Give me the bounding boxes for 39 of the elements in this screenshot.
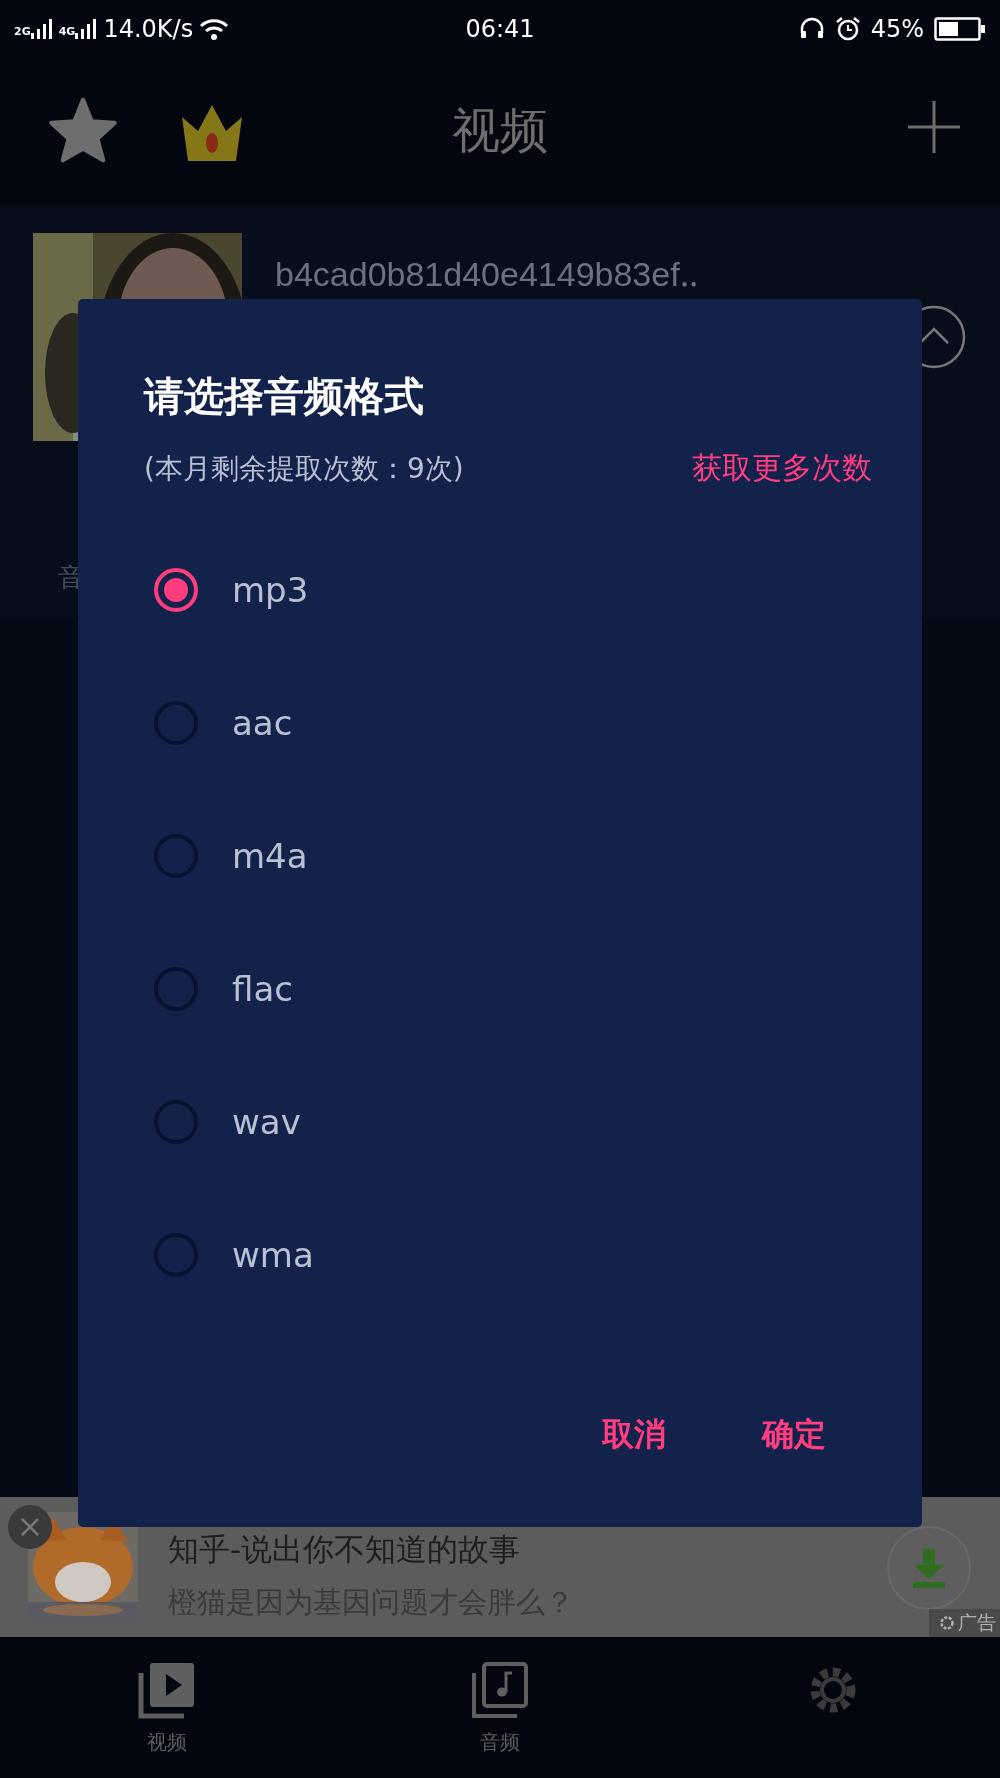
radio-button[interactable] bbox=[154, 700, 198, 745]
signal-icon bbox=[75, 18, 98, 39]
radio-button[interactable] bbox=[154, 567, 198, 612]
clock-time: 06:41 bbox=[465, 14, 535, 43]
remaining-quota: (本月剩余提取次数：9次) bbox=[144, 450, 464, 487]
format-option[interactable]: wma bbox=[232, 1234, 314, 1275]
video-filename: b4cad0b81d40e4149b83ef‥ bbox=[275, 255, 698, 293]
crown-icon[interactable] bbox=[180, 105, 244, 161]
wifi-icon bbox=[199, 17, 230, 40]
radio-button[interactable] bbox=[154, 966, 198, 1011]
music-note-icon[interactable] bbox=[471, 1661, 529, 1719]
download-icon[interactable] bbox=[886, 1525, 972, 1611]
format-option[interactable]: flac bbox=[232, 968, 293, 1009]
close-icon[interactable] bbox=[8, 1505, 52, 1549]
radio-button[interactable] bbox=[154, 1232, 198, 1277]
cancel-button[interactable]: 取消 bbox=[602, 1413, 666, 1457]
network-label: 2G bbox=[14, 24, 31, 38]
radio-button[interactable] bbox=[154, 1099, 198, 1144]
format-option[interactable]: aac bbox=[232, 702, 293, 743]
gear-icon bbox=[939, 1615, 955, 1631]
get-more-link[interactable]: 获取更多次数 bbox=[692, 448, 872, 489]
play-icon[interactable] bbox=[137, 1661, 196, 1719]
section-label: 音 bbox=[58, 561, 84, 594]
network-speed: 14.0K/s bbox=[103, 14, 194, 43]
network-label: 4G bbox=[58, 24, 76, 38]
format-option[interactable]: wav bbox=[232, 1101, 301, 1142]
format-option[interactable]: m4a bbox=[232, 835, 308, 876]
format-option[interactable]: mp3 bbox=[232, 569, 309, 610]
star-icon[interactable] bbox=[48, 97, 118, 163]
ad-title: 知乎-说出你不知道的故事 bbox=[168, 1530, 522, 1569]
page-title: 视频 bbox=[452, 101, 548, 160]
alarm-icon bbox=[834, 15, 861, 42]
confirm-button[interactable]: 确定 bbox=[762, 1413, 826, 1457]
dialog-title: 请选择音频格式 bbox=[144, 372, 424, 421]
radio-button[interactable] bbox=[154, 833, 198, 878]
battery-icon bbox=[934, 16, 986, 41]
signal-icon bbox=[30, 18, 53, 39]
plus-icon[interactable] bbox=[908, 101, 960, 153]
battery-percent: 45% bbox=[870, 14, 924, 43]
